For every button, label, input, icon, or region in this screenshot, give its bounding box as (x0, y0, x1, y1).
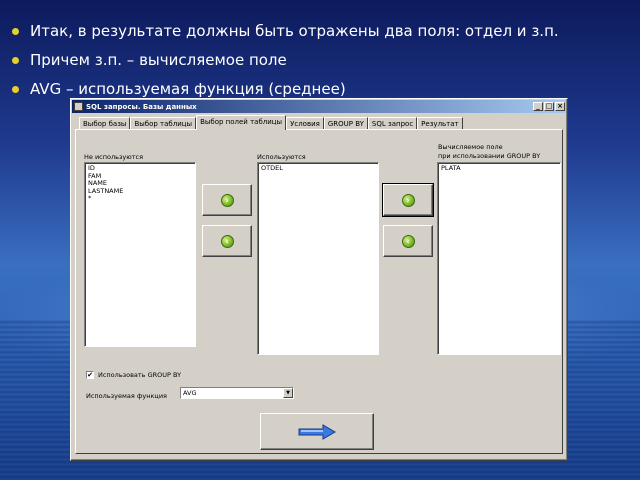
fields-tab-panel: Не используются ID FAM NAME LASTNAME * ›… (75, 129, 563, 454)
unused-fields-list[interactable]: ID FAM NAME LASTNAME * (84, 162, 196, 347)
minimize-button[interactable]: _ (533, 102, 543, 111)
maximize-button[interactable]: □ (544, 102, 554, 111)
computed-fields-list[interactable]: PLATA (437, 162, 561, 355)
move-to-unused-button[interactable]: ‹ (202, 225, 252, 257)
arrow-left-icon: ‹ (220, 234, 234, 248)
function-value: AVG (183, 389, 197, 397)
list-item[interactable]: LASTNAME (88, 187, 192, 196)
unused-fields-label: Не используются (84, 153, 144, 161)
tab-strip: Выбор базы Выбор таблицы Выбор полей таб… (79, 115, 463, 130)
move-from-computed-button[interactable]: ‹ (383, 225, 433, 257)
move-to-computed-button[interactable]: › (382, 183, 434, 217)
chevron-down-icon[interactable]: ▼ (283, 388, 293, 398)
tab-select-fields[interactable]: Выбор полей таблицы (196, 115, 287, 130)
window-title: SQL запросы. Базы данных (86, 102, 197, 111)
move-to-used-button[interactable]: › (202, 184, 252, 216)
list-item[interactable]: OTDEL (261, 164, 375, 173)
computed-field-label-note: при использовании GROUP BY (438, 152, 541, 160)
list-item[interactable]: PLATA (441, 164, 557, 173)
close-button[interactable]: × (555, 102, 565, 111)
list-item[interactable]: ID (88, 164, 192, 173)
arrow-right-icon: › (220, 193, 234, 207)
title-bar[interactable]: SQL запросы. Базы данных _ □ × (72, 100, 566, 113)
sql-query-window: SQL запросы. Базы данных _ □ × Выбор баз… (70, 98, 568, 461)
used-fields-list[interactable]: OTDEL (257, 162, 379, 355)
slide-bullets: Итак, в результате должны быть отражены … (10, 20, 630, 107)
function-select[interactable]: AVG ▼ (180, 387, 294, 399)
app-icon (74, 102, 83, 111)
next-arrow-icon (298, 423, 336, 440)
bullet-item: Причем з.п. – вычисляемое поле (10, 49, 630, 78)
bullet-item: Итак, в результате должны быть отражены … (10, 20, 630, 49)
list-item[interactable]: * (88, 194, 192, 203)
next-button[interactable] (260, 413, 374, 450)
group-by-checkbox[interactable]: ✔ (86, 371, 94, 379)
function-label: Используемая функция (86, 392, 167, 400)
used-fields-label: Используются (257, 153, 306, 161)
group-by-label: Использовать GROUP BY (98, 371, 182, 379)
arrow-left-icon: ‹ (401, 234, 415, 248)
computed-field-label: Вычисляемое поле (438, 143, 503, 151)
arrow-right-icon: › (401, 193, 415, 207)
